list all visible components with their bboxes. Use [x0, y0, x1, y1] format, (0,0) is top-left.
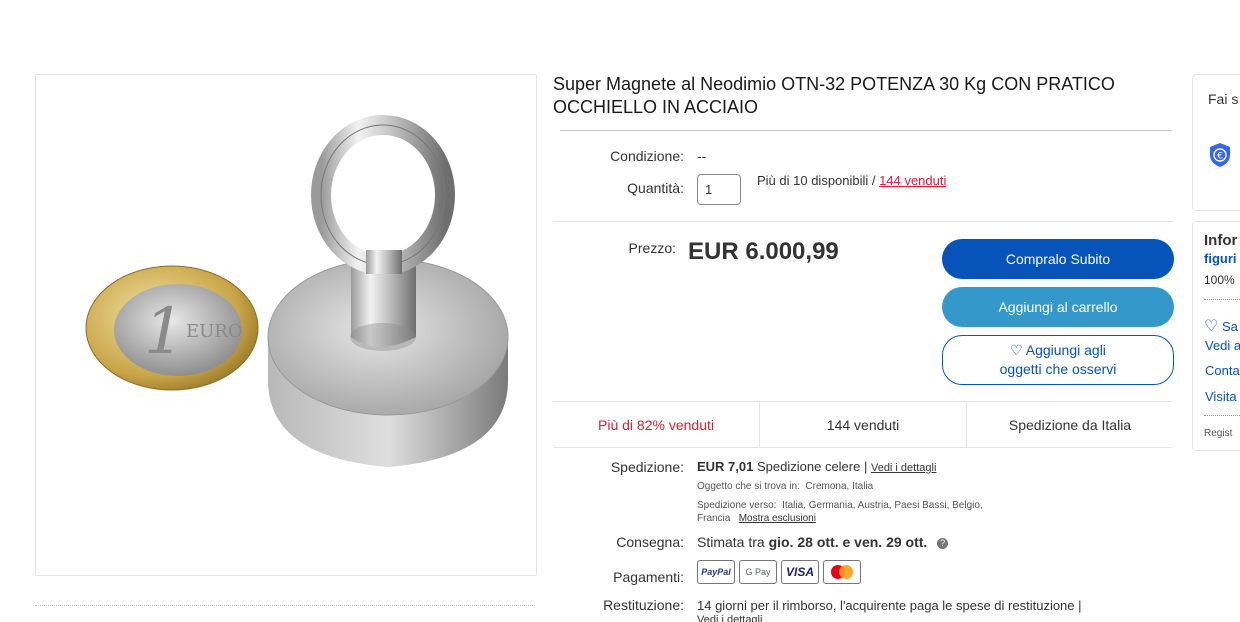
svg-text:€: € — [1217, 152, 1223, 162]
ships-to-value: Italia, Germania, Austria, Paesi Bassi, … — [782, 500, 983, 511]
quantity-input[interactable]: 1 — [697, 174, 741, 205]
divider — [553, 221, 1173, 222]
register-text: Regist — [1204, 428, 1233, 439]
payments-label: Pagamenti: — [613, 569, 684, 585]
quantity-label: Quantità: — [627, 180, 684, 196]
magnet — [267, 115, 509, 467]
add-to-cart-button[interactable]: Aggiungi al carrello — [942, 287, 1174, 327]
ships-to-label: Spedizione verso: — [697, 500, 777, 511]
returns-label: Restituzione: — [603, 597, 684, 613]
ships-to: Spedizione verso: Italia, Germania, Aust… — [697, 500, 983, 511]
availability: Più di 10 disponibili / 144 venduti — [757, 173, 946, 188]
image-divider — [35, 605, 535, 606]
seller-info-title: Infor — [1204, 232, 1238, 249]
save-seller-label: Sa — [1221, 319, 1238, 334]
stat-hot: Più di 82% venduti — [553, 402, 760, 447]
shipping-line: EUR 7,01 Spedizione celere | Vedi i dett… — [697, 459, 936, 474]
visa-logo: VISA — [781, 560, 819, 584]
dotted-divider — [1204, 415, 1240, 416]
shipping-method: Spedizione celere | — [757, 459, 868, 474]
payment-logos: PayPal G Pay VISA — [697, 560, 861, 584]
euro-shield-icon: € — [1210, 143, 1230, 167]
shipping-cost: EUR 7,01 — [697, 459, 754, 474]
product-title: Super Magnete al Neodimio OTN-32 POTENZA… — [553, 74, 1115, 117]
euro-coin: 1 EURO — [85, 265, 259, 391]
price-value: EUR 6.000,99 — [688, 238, 839, 265]
delivery-label: Consegna: — [616, 534, 684, 550]
location-value: Cremona, Italia — [805, 481, 874, 492]
dotted-divider — [1204, 299, 1240, 300]
mastercard-icon — [831, 565, 853, 579]
paypal-logo: PayPal — [697, 560, 735, 584]
stat-shipping-from: Spedizione da Italia — [1008, 416, 1132, 433]
shipping-details-link[interactable]: Vedi i dettagli — [871, 462, 936, 474]
buyer-protection-title: Fai s — [1208, 91, 1239, 107]
ships-to-cont: Francia Mostra esclusioni — [697, 513, 816, 524]
condition-value: -- — [697, 148, 707, 164]
availability-text: Più di 10 disponibili / — [757, 173, 880, 188]
mastercard-logo — [823, 560, 861, 584]
watch-label-1: Aggiungi agli — [1025, 342, 1106, 358]
delivery-prefix: Stimata tra — [697, 534, 769, 550]
see-other-items-link[interactable]: Vedi a — [1205, 338, 1240, 353]
location-label: Oggetto che si trova in: — [697, 481, 800, 492]
delivery-estimate: Stimata tra gio. 28 ott. e ven. 29 ott. … — [697, 534, 949, 550]
heart-icon: ♡ — [1010, 342, 1023, 358]
stat-sold: 144 venduti — [760, 402, 967, 447]
watch-label-2: oggetti che osservi — [999, 361, 1117, 377]
heart-icon: ♡ — [1204, 318, 1219, 335]
gpay-logo: G Pay — [739, 560, 777, 584]
sold-link[interactable]: 144 venduti — [879, 173, 946, 188]
delivery-dates: gio. 28 ott. e ven. 29 ott. — [768, 534, 928, 550]
price-label: Prezzo: — [628, 240, 676, 256]
add-to-watchlist-button[interactable]: ♡ Aggiungi agli oggetti che osservi — [942, 335, 1174, 385]
svg-text:1: 1 — [144, 295, 185, 369]
svg-text:EURO: EURO — [186, 321, 243, 342]
info-icon[interactable]: ? — [937, 538, 949, 549]
returns-text: 14 giorni per il rimborso, l'acquirente … — [697, 598, 1082, 613]
shipping-label: Spedizione: — [610, 459, 684, 475]
save-seller-link[interactable]: ♡ Sa — [1204, 316, 1238, 336]
stats-bar: Più di 82% venduti 144 venduti Spedizion… — [553, 401, 1173, 448]
watch-line-1: ♡ Aggiungi agli — [1010, 341, 1106, 360]
condition-label: Condizione: — [610, 148, 684, 164]
seller-feedback-percent: 100% — [1204, 273, 1235, 287]
buy-now-button[interactable]: Compralo Subito — [942, 239, 1174, 279]
ships-to-value-2: Francia — [697, 513, 731, 524]
exclusions-link[interactable]: Mostra esclusioni — [739, 513, 816, 524]
visit-store-link[interactable]: Visita — [1205, 389, 1237, 404]
product-image[interactable]: 1 EURO — [35, 74, 537, 576]
seller-name-link[interactable]: figuri — [1204, 251, 1237, 266]
contact-seller-link[interactable]: Conta — [1205, 363, 1240, 378]
title-divider — [560, 130, 1172, 131]
item-location: Oggetto che si trova in: Cremona, Italia — [697, 481, 873, 492]
returns-details-link[interactable]: Vedi i dettagli — [697, 614, 762, 622]
product-photo: 1 EURO — [85, 115, 509, 467]
